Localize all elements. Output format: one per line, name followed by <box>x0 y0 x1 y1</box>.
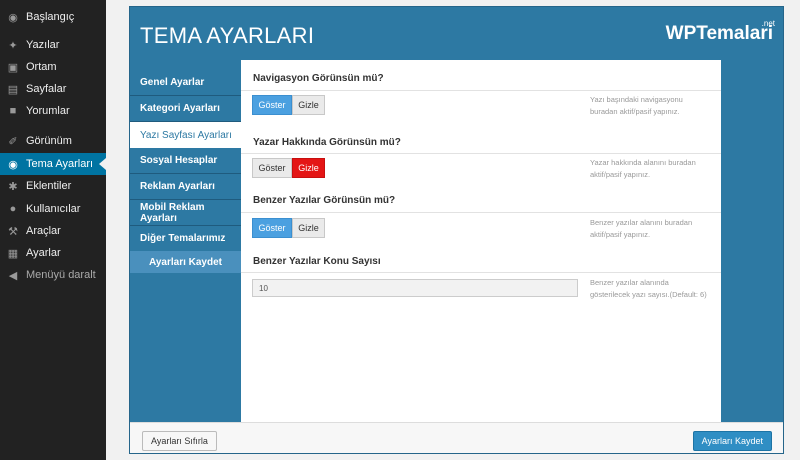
section-title-author: Yazar Hakkında Görünsün mü? <box>253 137 401 148</box>
sidebar-item-label: Eklentiler <box>26 180 72 192</box>
tools-icon: ⚒ <box>8 225 18 238</box>
tab-mobile-ads[interactable]: Mobil Reklam Ayarları <box>130 200 241 226</box>
sidebar-item-users[interactable]: ● Kullanıcılar <box>0 198 106 220</box>
sidebar-item-settings[interactable]: ▦ Ayarlar <box>0 242 106 264</box>
pin-icon: ✦ <box>8 39 18 52</box>
sidebar-item-label: Sayfalar <box>26 83 67 95</box>
tab-other-themes[interactable]: Diğer Temalarımız <box>130 226 241 252</box>
section-title-related: Benzer Yazılar Görünsün mü? <box>253 195 396 206</box>
related-count-input[interactable] <box>252 279 578 297</box>
sidebar-item-dashboard[interactable]: ◉ Başlangıç <box>0 6 106 28</box>
hide-button[interactable]: Gizle <box>292 218 325 238</box>
comments-icon: ■ <box>9 105 17 117</box>
reset-settings-button[interactable]: Ayarları Sıfırla <box>142 431 217 451</box>
theme-settings-panel: TEMA AYARLARI WPTemalari .net Genel Ayar… <box>129 6 784 454</box>
sidebar-item-comments[interactable]: ■ Yorumlar <box>0 100 106 122</box>
media-icon: ▣ <box>7 61 19 74</box>
divider <box>241 212 721 213</box>
toggle-author: Göster Gizle <box>252 158 325 178</box>
plugin-icon: ✱ <box>8 180 18 193</box>
sidebar-item-plugins[interactable]: ✱ Eklentiler <box>0 175 106 197</box>
help-text: Yazı başındaki navigasyonu buradan aktif… <box>590 95 683 116</box>
hide-button[interactable]: Gizle <box>292 158 325 178</box>
help-text: Yazar hakkında alanını buradan aktif/pas… <box>590 158 696 179</box>
sidebar-item-label: Ayarlar <box>26 247 61 259</box>
divider <box>241 272 721 273</box>
sidebar-item-pages[interactable]: ▤ Sayfalar <box>0 78 106 100</box>
tab-ads[interactable]: Reklam Ayarları <box>130 174 241 200</box>
sidebar-item-theme-settings[interactable]: ◉ Tema Ayarları <box>0 153 106 175</box>
brand-logo-suffix: .net <box>761 19 775 28</box>
show-button[interactable]: Göster <box>252 218 292 238</box>
show-button[interactable]: Göster <box>252 158 292 178</box>
sidebar-item-label: Ortam <box>26 61 57 73</box>
toggle-related: Göster Gizle <box>252 218 325 238</box>
settings-icon: ▦ <box>7 247 19 260</box>
sidebar-item-tools[interactable]: ⚒ Araçlar <box>0 220 106 242</box>
pages-icon: ▤ <box>7 83 19 96</box>
collapse-icon: ◀ <box>8 269 18 282</box>
show-button[interactable]: Göster <box>252 95 292 115</box>
dashboard-icon: ◉ <box>8 11 18 24</box>
brush-icon: ✐ <box>8 135 18 148</box>
users-icon: ● <box>9 203 17 215</box>
divider <box>241 90 721 91</box>
hide-button[interactable]: Gizle <box>292 95 325 115</box>
brand-logo: WPTemalari <box>665 23 773 44</box>
sidebar-item-appearance[interactable]: ✐ Görünüm <box>0 130 106 152</box>
sidebar-item-posts[interactable]: ✦ Yazılar <box>0 34 106 56</box>
panel-header: TEMA AYARLARI WPTemalari .net <box>130 7 783 65</box>
sidebar-item-label: Kullanıcılar <box>26 203 81 215</box>
sidebar-item-label: Görünüm <box>26 135 72 147</box>
sidebar-save-button[interactable]: Ayarları Kaydet <box>130 251 241 273</box>
section-title-navigation: Navigasyon Görünsün mü? <box>253 73 384 84</box>
section-title-related-count: Benzer Yazılar Konu Sayısı <box>253 256 381 267</box>
tab-category[interactable]: Kategori Ayarları <box>130 96 241 122</box>
sidebar-collapse-menu[interactable]: ◀ Menüyü daralt <box>0 264 106 286</box>
page-title: TEMA AYARLARI <box>140 23 315 48</box>
tab-general[interactable]: Genel Ayarlar <box>130 70 241 96</box>
toggle-navigation: Göster Gizle <box>252 95 325 115</box>
sidebar-item-label: Araçlar <box>26 225 61 237</box>
panel-footer: Ayarları Sıfırla Ayarları Kaydet <box>130 422 783 453</box>
wp-admin-sidebar: ◉ Başlangıç ✦ Yazılar ▣ Ortam ▤ Sayfalar… <box>0 0 106 460</box>
sidebar-item-label: Menüyü daralt <box>26 269 96 281</box>
divider <box>241 153 721 154</box>
help-text: Benzer yazılar alanını buradan aktif/pas… <box>590 218 693 239</box>
sidebar-item-label: Başlangıç <box>26 11 75 23</box>
theme-icon: ◉ <box>8 158 18 171</box>
save-settings-button[interactable]: Ayarları Kaydet <box>692 431 772 451</box>
tab-social[interactable]: Sosyal Hesaplar <box>130 148 241 174</box>
sidebar-item-label: Yorumlar <box>26 105 70 117</box>
help-text: Benzer yazılar alanında gösterilecek yaz… <box>590 278 707 299</box>
sidebar-item-media[interactable]: ▣ Ortam <box>0 56 106 78</box>
sidebar-item-label: Tema Ayarları <box>26 158 94 170</box>
tab-post-page[interactable]: Yazı Sayfası Ayarları <box>130 122 241 148</box>
settings-content: Navigasyon Görünsün mü? Göster Gizle Yaz… <box>241 60 721 422</box>
sidebar-item-label: Yazılar <box>26 39 60 51</box>
